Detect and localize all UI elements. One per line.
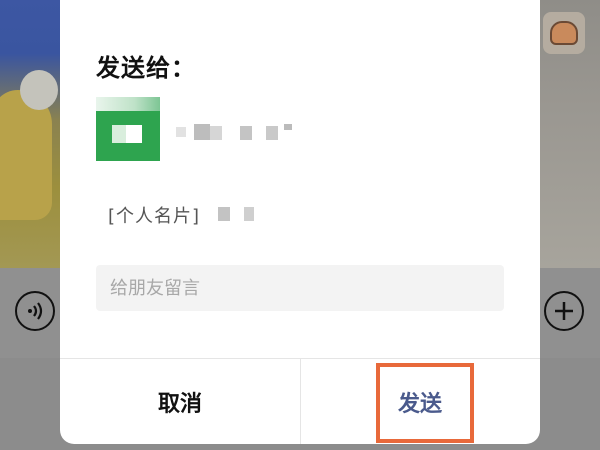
plus-icon[interactable] xyxy=(544,291,584,331)
dialog-title: 发送给： xyxy=(96,54,196,82)
cancel-button[interactable]: 取消 xyxy=(60,359,300,444)
chat-photo-left xyxy=(0,0,62,268)
business-card-label: [个人名片] xyxy=(108,206,201,227)
plush-toy-face xyxy=(20,70,58,110)
voice-input-icon[interactable] xyxy=(15,291,55,331)
send-to-dialog: 发送给： [个人名片] 取消 发送 xyxy=(60,0,540,444)
sticker-icon[interactable] xyxy=(543,12,585,54)
send-button[interactable]: 发送 xyxy=(300,359,540,444)
plush-toy xyxy=(0,90,52,220)
message-input[interactable] xyxy=(96,265,504,311)
recipient-avatar xyxy=(96,97,160,161)
